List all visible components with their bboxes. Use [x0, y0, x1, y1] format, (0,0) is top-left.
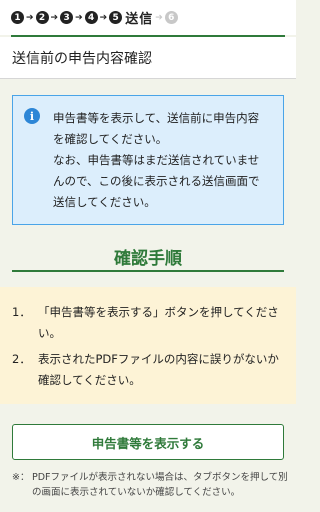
- info-notice: i 申告書等を表示して、送信前に申告内容 を確認してください。 なお、申告書等は…: [12, 95, 284, 225]
- step-2-indicator: 2: [35, 11, 49, 24]
- info-line: んので、この後に表示される送信画面で: [53, 174, 260, 188]
- procedure-steps: 1． 「申告書等を表示する」ボタンを押してください。 2． 表示されたPDFファ…: [0, 287, 296, 404]
- arrow-right-icon: ➔: [155, 12, 163, 23]
- arrow-right-icon: ➔: [26, 12, 34, 23]
- footnote-text: PDFファイルが表示されない場合は、タブボタンを押して別の画面に表示されていない…: [32, 472, 288, 498]
- info-icon: i: [24, 108, 40, 124]
- procedure-step-number: 1．: [12, 305, 31, 319]
- procedure-step: 1． 「申告書等を表示する」ボタンを押してください。: [12, 302, 280, 344]
- step-6-indicator: 6: [164, 11, 178, 24]
- footnote-mark: ※：: [12, 472, 30, 483]
- procedure-heading-rule: [12, 270, 284, 272]
- procedure-step-number: 2．: [12, 352, 31, 366]
- step-1-indicator: 1: [11, 11, 24, 24]
- page-title: 送信前の申告内容確認: [0, 37, 296, 79]
- current-step-label: 送信: [125, 12, 154, 27]
- info-line: 申告書等を表示して、送信前に申告内容: [53, 111, 260, 125]
- arrow-right-icon: ➔: [99, 12, 108, 23]
- info-text: 申告書等を表示して、送信前に申告内容 を確認してください。 なお、申告書等はまだ…: [53, 108, 279, 213]
- step-4-indicator: 4: [84, 11, 98, 24]
- step-3-indicator: 3: [60, 11, 74, 24]
- progress-steps: 1 ➔ 2 ➔ 3 ➔ 4 ➔ 5 送信 ➔ 6: [0, 0, 296, 35]
- show-declaration-button[interactable]: 申告書等を表示する: [12, 424, 284, 460]
- procedure-heading: 確認手順: [114, 249, 182, 269]
- info-line: 送信してください。: [53, 195, 156, 209]
- procedure-step-text: 表示されたPDFファイルの内容に誤りがないか確認してください。: [38, 352, 279, 387]
- info-line: を確認してください。: [53, 132, 168, 146]
- info-line: なお、申告書等はまだ送信されていませ: [53, 153, 260, 167]
- footnote: ※： PDFファイルが表示されない場合は、タブボタンを押して別の画面に表示されて…: [12, 470, 288, 500]
- step-5-indicator: 5: [109, 11, 123, 24]
- procedure-step-text: 「申告書等を表示する」ボタンを押してください。: [38, 305, 279, 340]
- arrow-right-icon: ➔: [50, 12, 59, 23]
- procedure-step: 2． 表示されたPDFファイルの内容に誤りがないか確認してください。: [12, 349, 280, 391]
- arrow-right-icon: ➔: [75, 12, 83, 23]
